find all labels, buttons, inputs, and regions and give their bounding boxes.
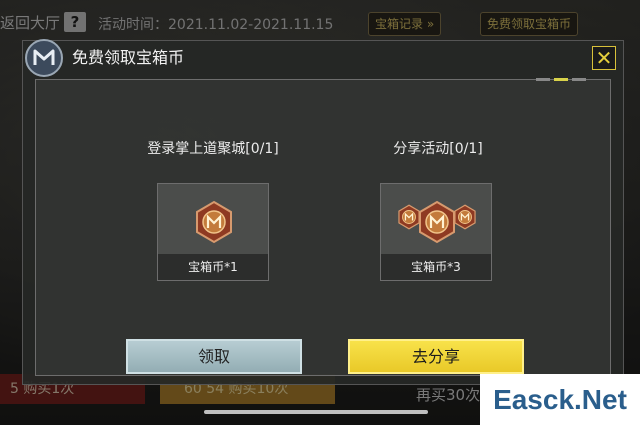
reward-label: 宝箱币*1 — [158, 254, 268, 280]
home-indicator[interactable] — [204, 410, 428, 414]
share-button[interactable]: 去分享 — [348, 339, 524, 374]
task-label-login: 登录掌上道聚城[0/1] — [147, 141, 279, 157]
modal-title: 免费领取宝箱币 — [72, 48, 185, 67]
page-dot — [536, 78, 550, 81]
page-indicator — [536, 66, 590, 85]
page-dot-active — [554, 78, 568, 81]
task-label-share: 分享活动[0/1] — [393, 141, 483, 157]
reward-card-login: 宝箱币*1 — [157, 183, 269, 281]
modal-content-panel — [35, 79, 611, 376]
close-button[interactable]: ✕ — [592, 46, 616, 70]
reward-card-share: 宝箱币*3 — [380, 183, 492, 281]
watermark: Easck.Net — [480, 374, 640, 425]
chest-coin-icon — [419, 200, 455, 244]
game-logo-icon — [25, 39, 63, 77]
free-chest-coin-modal — [22, 40, 624, 385]
claim-button[interactable]: 领取 — [126, 339, 302, 374]
chest-coin-icon — [196, 200, 232, 244]
reward-label: 宝箱币*3 — [381, 254, 491, 280]
page-dot — [572, 78, 586, 81]
